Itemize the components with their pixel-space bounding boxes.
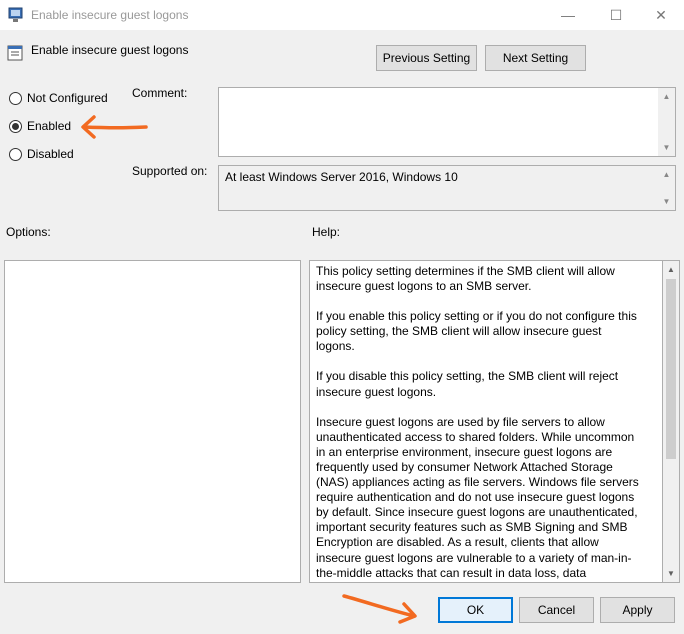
window-title: Enable insecure guest logons (31, 8, 189, 22)
maximize-icon: ☐ (609, 6, 623, 23)
scroll-up-icon[interactable]: ▲ (658, 166, 675, 183)
radio-label: Not Configured (27, 91, 108, 105)
annotation-arrow-icon (81, 115, 148, 139)
previous-setting-button[interactable]: Previous Setting (376, 45, 477, 71)
minimize-icon: — (561, 7, 575, 23)
radio-enabled[interactable]: Enabled (9, 117, 71, 135)
scroll-down-icon[interactable]: ▼ (663, 565, 679, 582)
supported-on-field: At least Windows Server 2016, Windows 10… (218, 165, 676, 211)
scroll-down-icon[interactable]: ▼ (658, 193, 675, 210)
annotation-arrow-icon (342, 594, 417, 624)
help-panel: This policy setting determines if the SM… (309, 260, 663, 583)
help-paragraph: Insecure guest logons are used by file s… (316, 414, 639, 582)
help-text: This policy setting determines if the SM… (316, 264, 640, 582)
scroll-up-icon[interactable]: ▲ (658, 88, 675, 105)
help-paragraph: This policy setting determines if the SM… (316, 264, 615, 294)
supported-scrollbar[interactable]: ▲ ▼ (658, 166, 675, 210)
help-paragraph: If you disable this policy setting, the … (316, 369, 619, 399)
options-label: Options: (6, 225, 51, 239)
radio-circle[interactable] (9, 119, 22, 133)
radio-disabled[interactable]: Disabled (9, 145, 74, 163)
next-setting-button[interactable]: Next Setting (485, 45, 586, 71)
help-paragraph: If you enable this policy setting or if … (316, 309, 637, 354)
maximize-button[interactable]: ☐ (593, 0, 639, 30)
supported-on-value: At least Windows Server 2016, Windows 10 (225, 170, 458, 184)
supported-on-label: Supported on: (132, 164, 208, 178)
title-bar: Enable insecure guest logons — ☐ ✕ (0, 0, 684, 30)
comment-field[interactable]: ▲ ▼ (218, 87, 676, 157)
radio-circle[interactable] (9, 147, 22, 161)
radio-label: Disabled (27, 147, 74, 161)
policy-setting-icon (7, 45, 23, 61)
policy-title: Enable insecure guest logons (31, 43, 189, 57)
options-panel (4, 260, 301, 583)
radio-label: Enabled (27, 119, 72, 133)
minimize-button[interactable]: — (545, 0, 591, 30)
cancel-button[interactable]: Cancel (519, 597, 594, 623)
scroll-thumb[interactable] (666, 279, 676, 459)
radio-not-configured[interactable]: Not Configured (9, 89, 108, 107)
help-scrollbar[interactable]: ▲ ▼ (663, 260, 680, 583)
comment-label: Comment: (132, 86, 188, 100)
scroll-down-icon[interactable]: ▼ (658, 139, 675, 156)
scroll-up-icon[interactable]: ▲ (663, 261, 679, 278)
apply-button[interactable]: Apply (600, 597, 675, 623)
close-button[interactable]: ✕ (638, 0, 684, 30)
comment-scrollbar[interactable]: ▲ ▼ (658, 88, 675, 156)
close-icon: ✕ (655, 6, 667, 23)
help-label: Help: (312, 225, 341, 239)
radio-circle[interactable] (9, 91, 22, 105)
ok-button[interactable]: OK (438, 597, 513, 623)
group-policy-icon (8, 7, 24, 23)
